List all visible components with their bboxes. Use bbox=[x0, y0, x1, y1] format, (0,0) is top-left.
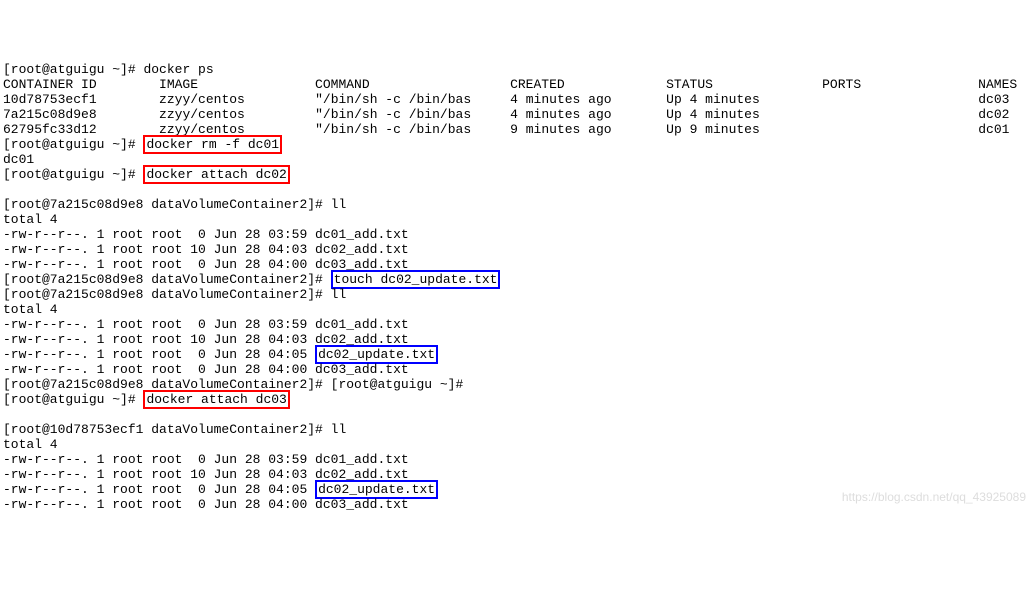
table-row: 10d78753ecf1 zzyy/centos "/bin/sh -c /bi… bbox=[3, 92, 1009, 107]
blank-line bbox=[3, 407, 11, 422]
terminal-line: total 4 bbox=[3, 302, 58, 317]
terminal-line: [root@10d78753ecf1 dataVolumeContainer2]… bbox=[3, 422, 346, 437]
terminal-line: [root@7a215c08d9e8 dataVolumeContainer2]… bbox=[3, 197, 346, 212]
terminal-line: dc01 bbox=[3, 152, 34, 167]
docker-attach-dc03-command: docker attach dc03 bbox=[143, 390, 289, 409]
terminal-line: [root@atguigu ~]# docker attach dc03 bbox=[3, 390, 290, 409]
terminal-line: total 4 bbox=[3, 212, 58, 227]
terminal-line: [root@atguigu ~]# docker rm -f dc01 bbox=[3, 135, 282, 154]
table-row: 7a215c08d9e8 zzyy/centos "/bin/sh -c /bi… bbox=[3, 107, 1009, 122]
touch-command: touch dc02_update.txt bbox=[331, 270, 501, 289]
list-item: -rw-r--r--. 1 root root 0 Jun 28 04:00 d… bbox=[3, 362, 409, 377]
terminal-line: [root@7a215c08d9e8 dataVolumeContainer2]… bbox=[3, 287, 346, 302]
docker-rm-command: docker rm -f dc01 bbox=[143, 135, 282, 154]
blank-line bbox=[3, 182, 11, 197]
watermark: https://blog.csdn.net/qq_43925089 bbox=[842, 490, 1026, 505]
list-item: -rw-r--r--. 1 root root 0 Jun 28 03:59 d… bbox=[3, 317, 409, 332]
list-item: -rw-r--r--. 1 root root 0 Jun 28 03:59 d… bbox=[3, 227, 409, 242]
list-item: -rw-r--r--. 1 root root 10 Jun 28 04:03 … bbox=[3, 242, 409, 257]
terminal-line: CONTAINER ID IMAGE COMMAND CREATED STATU… bbox=[3, 77, 1017, 92]
list-item: -rw-r--r--. 1 root root 0 Jun 28 04:00 d… bbox=[3, 497, 409, 512]
list-item: -rw-r--r--. 1 root root 0 Jun 28 03:59 d… bbox=[3, 452, 409, 467]
terminal-line: total 4 bbox=[3, 437, 58, 452]
terminal-line: [root@atguigu ~]# docker attach dc02 bbox=[3, 165, 290, 184]
terminal-line: [root@atguigu ~]# docker ps bbox=[3, 62, 214, 77]
docker-attach-dc02-command: docker attach dc02 bbox=[143, 165, 289, 184]
